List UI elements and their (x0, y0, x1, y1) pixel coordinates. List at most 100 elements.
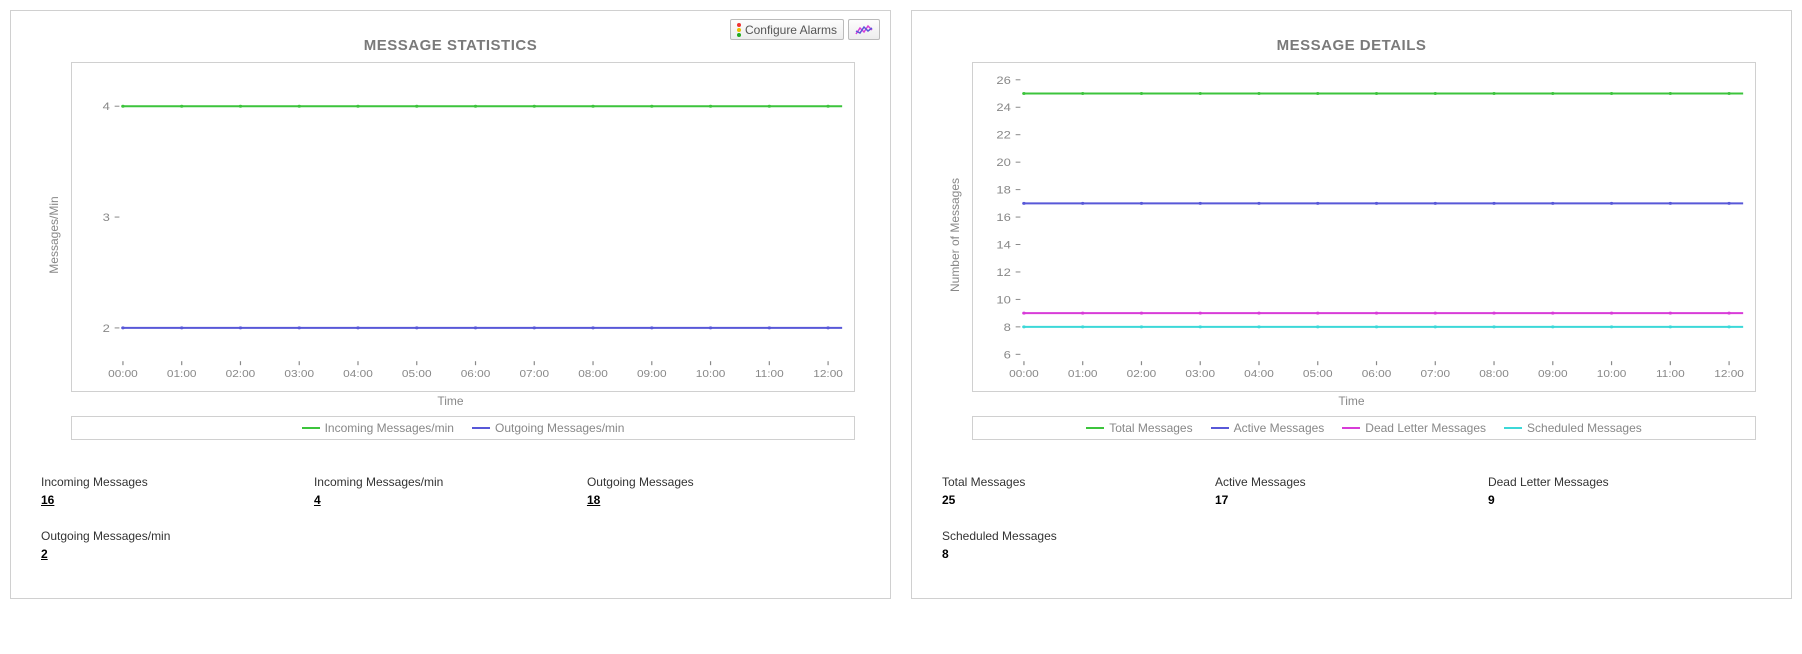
svg-text:10:00: 10:00 (696, 369, 726, 380)
svg-text:01:00: 01:00 (1068, 369, 1098, 380)
svg-text:8: 8 (1004, 321, 1012, 334)
chart-svg-right: 6810121416182022242600:0001:0002:0003:00… (973, 63, 1755, 391)
chart-svg-left: 2 3 4 00:00 01:00 02:00 03:00 04:00 05:00 06:00 07… (72, 63, 854, 391)
stat-label: Outgoing Messages (587, 475, 860, 489)
y-axis-label: Number of Messages (948, 178, 962, 292)
svg-text:2: 2 (103, 322, 111, 335)
svg-text:07:00: 07:00 (519, 369, 549, 380)
stat-value: 9 (1488, 493, 1761, 507)
stat-item: Incoming Messages/min 4 (314, 475, 587, 507)
svg-text:08:00: 08:00 (578, 369, 608, 380)
stat-item: Outgoing Messages/min 2 (41, 529, 314, 561)
stat-item: Active Messages 17 (1215, 475, 1488, 507)
legend-item[interactable]: Total Messages (1086, 421, 1192, 435)
legend-label: Total Messages (1109, 421, 1192, 435)
legend-swatch (472, 427, 490, 429)
x-axis-label: Time (927, 394, 1776, 408)
legend-item[interactable]: Dead Letter Messages (1342, 421, 1486, 435)
svg-text:6: 6 (1004, 348, 1012, 361)
stat-item: Dead Letter Messages 9 (1488, 475, 1761, 507)
panel-title: MESSAGE DETAILS (927, 37, 1776, 54)
stat-item: Outgoing Messages 18 (587, 475, 860, 507)
svg-text:05:00: 05:00 (402, 369, 432, 380)
message-details-panel: MESSAGE DETAILS Number of Messages 6 8 10 1… (911, 10, 1792, 599)
x-axis-label: Time (26, 394, 875, 408)
stat-label: Outgoing Messages/min (41, 529, 314, 543)
svg-text:22: 22 (996, 129, 1011, 142)
svg-text:4: 4 (103, 100, 111, 113)
svg-text:18: 18 (996, 184, 1011, 197)
svg-text:00:00: 00:00 (1009, 369, 1039, 380)
legend-swatch (1211, 427, 1229, 429)
stat-value: 8 (942, 547, 1215, 561)
stat-value[interactable]: 4 (314, 493, 587, 507)
stat-value[interactable]: 16 (41, 493, 314, 507)
svg-text:00:00: 00:00 (108, 369, 138, 380)
legend-swatch (1342, 427, 1360, 429)
svg-text:11:00: 11:00 (1656, 369, 1685, 380)
chart-view-button[interactable] (848, 19, 880, 40)
stat-label: Dead Letter Messages (1488, 475, 1761, 489)
svg-text:26: 26 (996, 74, 1011, 87)
svg-text:12:00: 12:00 (813, 369, 843, 380)
svg-text:11:00: 11:00 (755, 369, 784, 380)
svg-text:16: 16 (996, 211, 1011, 224)
legend-swatch (1504, 427, 1522, 429)
configure-alarms-button[interactable]: Configure Alarms (730, 19, 844, 40)
svg-text:01:00: 01:00 (167, 369, 197, 380)
stat-value: 25 (942, 493, 1215, 507)
svg-text:12:00: 12:00 (1714, 369, 1744, 380)
legend-item[interactable]: Scheduled Messages (1504, 421, 1642, 435)
chart-area-right: 6810121416182022242600:0001:0002:0003:00… (972, 62, 1756, 392)
stat-label: Incoming Messages (41, 475, 314, 489)
chart-area-left: 2 3 4 00:00 01:00 02:00 03:00 04:00 05:00 06:00 07… (71, 62, 855, 392)
svg-text:03:00: 03:00 (284, 369, 314, 380)
svg-text:24: 24 (996, 101, 1011, 114)
panel-toolbar: Configure Alarms (730, 19, 880, 40)
legend-swatch (1086, 427, 1104, 429)
traffic-light-icon (737, 22, 741, 37)
svg-text:04:00: 04:00 (1244, 369, 1274, 380)
stat-value[interactable]: 2 (41, 547, 314, 561)
svg-text:06:00: 06:00 (461, 369, 491, 380)
stats-left: Incoming Messages 16 Incoming Messages/m… (26, 475, 875, 583)
svg-text:09:00: 09:00 (637, 369, 667, 380)
svg-text:02:00: 02:00 (226, 369, 256, 380)
stat-label: Total Messages (942, 475, 1215, 489)
legend-item[interactable]: Active Messages (1211, 421, 1325, 435)
stat-item: Total Messages 25 (942, 475, 1215, 507)
legend-label: Incoming Messages/min (325, 421, 454, 435)
stat-item: Incoming Messages 16 (41, 475, 314, 507)
svg-text:3: 3 (103, 211, 111, 224)
legend-item[interactable]: Outgoing Messages/min (472, 421, 624, 435)
legend-label: Dead Letter Messages (1365, 421, 1486, 435)
legend-right: Total Messages Active Messages Dead Lett… (972, 416, 1756, 440)
svg-text:10:00: 10:00 (1597, 369, 1627, 380)
svg-text:20: 20 (996, 156, 1011, 169)
svg-text:14: 14 (996, 238, 1011, 251)
legend-label: Outgoing Messages/min (495, 421, 624, 435)
stat-label: Active Messages (1215, 475, 1488, 489)
stats-right: Total Messages 25 Active Messages 17 Dea… (927, 475, 1776, 583)
svg-text:03:00: 03:00 (1185, 369, 1215, 380)
legend-label: Scheduled Messages (1527, 421, 1642, 435)
svg-text:04:00: 04:00 (343, 369, 373, 380)
legend-left: Incoming Messages/min Outgoing Messages/… (71, 416, 855, 440)
svg-text:06:00: 06:00 (1362, 369, 1392, 380)
legend-swatch (302, 427, 320, 429)
svg-text:05:00: 05:00 (1303, 369, 1333, 380)
configure-alarms-label: Configure Alarms (745, 23, 837, 37)
stat-value[interactable]: 18 (587, 493, 860, 507)
svg-text:10: 10 (996, 293, 1011, 306)
stat-label: Scheduled Messages (942, 529, 1215, 543)
stat-label: Incoming Messages/min (314, 475, 587, 489)
stat-value: 17 (1215, 493, 1488, 507)
svg-text:02:00: 02:00 (1127, 369, 1157, 380)
legend-item[interactable]: Incoming Messages/min (302, 421, 454, 435)
stat-item: Scheduled Messages 8 (942, 529, 1215, 561)
y-axis-label: Messages/Min (47, 196, 61, 273)
chart-icon (855, 24, 873, 36)
legend-label: Active Messages (1234, 421, 1325, 435)
svg-text:07:00: 07:00 (1420, 369, 1450, 380)
message-statistics-panel: Configure Alarms MESSAGE STATISTICS Mess… (10, 10, 891, 599)
